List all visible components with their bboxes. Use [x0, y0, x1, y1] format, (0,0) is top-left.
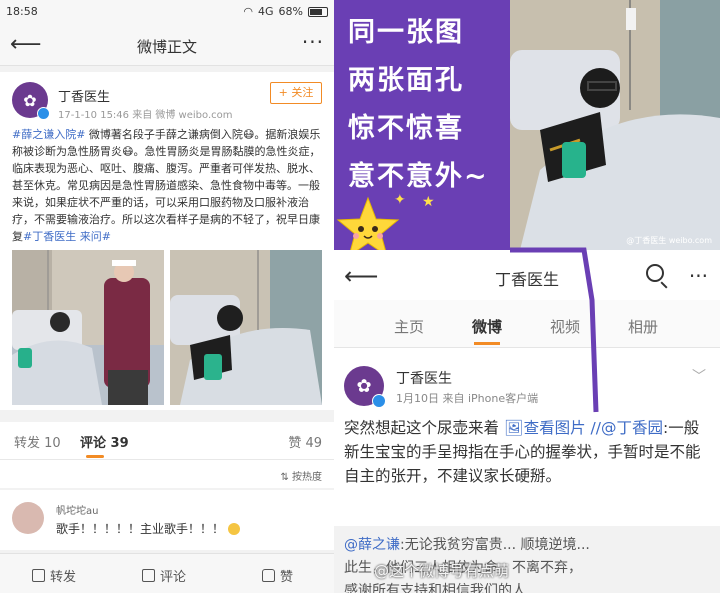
quoted-line-1: :无论我贫穷富贵... 顺境逆境...	[400, 537, 590, 553]
comment-item: 帆坨坨au 歌手！！！！！主业歌手！！！	[0, 490, 334, 550]
bottom-action-bar: 转发 评论 赞	[0, 553, 334, 593]
tab-active-indicator	[474, 342, 500, 345]
post-photo-2[interactable]	[170, 250, 322, 405]
post-username[interactable]: 丁香医生	[58, 86, 110, 105]
more-icon[interactable]: ···	[689, 264, 708, 288]
top-nav: ⟵ 微博正文 ···	[0, 24, 334, 66]
caption-line-4: 意不意外~	[348, 161, 489, 192]
avatar[interactable]: ✿	[344, 366, 386, 408]
post-text: #薛之谦入院# 微博著名段子手薛之谦病倒入院😷。据新浪娱乐称被诊断为急性肠胃炎😷…	[12, 126, 324, 245]
status-time: 18:58	[6, 5, 38, 18]
caption-line-1: 同一张图	[348, 17, 464, 48]
weibo-post: ✿ 丁香医生 17-1-10 15:46 来自 微博 weibo.com + 关…	[0, 72, 334, 410]
tab-video[interactable]: 视频	[550, 316, 580, 337]
repost-button[interactable]: 转发	[32, 566, 76, 585]
clove-logo-icon: ✿	[23, 90, 37, 110]
like-label: 赞	[280, 570, 294, 585]
zoomed-photo[interactable]: @丁香医生 weibo.com	[510, 0, 720, 250]
post-tabs: 转发 10 评论 39 赞 49	[0, 422, 334, 460]
tab-home[interactable]: 主页	[394, 316, 424, 337]
comment-text: 歌手！！！！！主业歌手！！！	[56, 520, 240, 537]
page-title: 微博正文	[136, 38, 197, 56]
quoted-line-3: 感谢所有支持和相信我们的人	[344, 583, 526, 593]
hospital-photo-1	[12, 250, 164, 405]
repost-icon	[32, 569, 45, 582]
commenter-name[interactable]: 帆坨坨au	[56, 502, 98, 517]
verified-badge-icon	[37, 107, 50, 120]
hospital-photo-zoom	[510, 0, 720, 250]
caption-line-3: 惊不惊喜	[348, 113, 464, 144]
post-text: 突然想起这个尿壶来着 🖼查看图片 //@丁香园:一般新生宝宝的手呈拇指在手心的握…	[344, 416, 710, 488]
view-image-link[interactable]: 🖼查看图片	[504, 419, 586, 437]
status-bar: 18:58 ◠ 4G 68%	[0, 0, 334, 24]
weibo-watermark: @这个微博号有点萌	[374, 562, 510, 580]
post-meta: 1月10日 来自 iPhone客户端	[396, 392, 539, 405]
tab-active-indicator	[86, 455, 104, 458]
profile-tabs: 主页 微博 视频 相册	[334, 300, 720, 348]
network-label: 4G	[258, 5, 274, 18]
repost-label: 转发	[50, 570, 77, 585]
profile-nav: ⟵ 丁香医生 ···	[334, 250, 720, 300]
post-meta: 17-1-10 15:46 来自 微博 weibo.com	[58, 110, 233, 121]
photo-watermark: @丁香医生 weibo.com	[626, 236, 712, 245]
verified-badge-icon	[372, 394, 386, 408]
profile-post: ✿ 丁香医生 1月10日 来自 iPhone客户端 ﹀ 突然想起这个尿壶来着 🖼…	[334, 350, 720, 593]
mention-link[interactable]: //@丁香园	[586, 419, 663, 437]
hashtag-link-2[interactable]: #丁香医生 来问#	[23, 230, 111, 243]
right-screenshot: 同一张图 两张面孔 惊不惊喜 意不意外~ ✦ ★ @丁香医生 weibo.com…	[334, 0, 720, 593]
more-icon[interactable]: ···	[302, 30, 324, 54]
post-photo-1[interactable]	[12, 250, 164, 405]
search-icon[interactable]	[646, 264, 664, 282]
battery-percent: 68%	[278, 5, 303, 18]
post-username[interactable]: 丁香医生	[396, 368, 452, 388]
sparkle-icon-2: ★	[422, 194, 435, 210]
comment-icon	[142, 569, 155, 582]
smile-emoji-icon	[227, 523, 240, 535]
comment-label: 评论	[160, 570, 187, 585]
tab-repost[interactable]: 转发 10	[14, 432, 61, 451]
commenter-avatar[interactable]	[12, 502, 44, 534]
caption-line-2: 两张面孔	[348, 65, 464, 96]
comment-body: 歌手！！！！！主业歌手！！！	[56, 522, 225, 536]
hospital-photo-2	[170, 250, 322, 405]
comment-button[interactable]: 评论	[142, 566, 186, 585]
tab-comment[interactable]: 评论 39	[80, 432, 129, 451]
chevron-down-icon[interactable]: ﹀	[692, 366, 706, 386]
battery-icon	[308, 6, 328, 17]
sort-row: ⇅ 按热度	[0, 460, 334, 488]
like-button[interactable]: 赞	[262, 566, 293, 585]
tab-like[interactable]: 赞 49	[288, 432, 322, 451]
sort-label: 按热度	[292, 472, 322, 483]
left-screenshot: 18:58 ◠ 4G 68% ⟵ 微博正文 ··· ✿ 丁香医生 17-1-10…	[0, 0, 334, 593]
hashtag-link[interactable]: #薛之谦入院#	[12, 128, 85, 141]
clove-logo-icon: ✿	[356, 375, 372, 397]
wifi-icon: ◠	[243, 5, 254, 18]
sort-toggle[interactable]: ⇅ 按热度	[280, 468, 322, 483]
post-text-start: 突然想起这个尿壶来着	[344, 419, 504, 437]
post-body: 微博著名段子手薛之谦病倒入院😷。据新浪娱乐称被诊断为急性肠胃炎😷。急性胃肠炎是胃…	[12, 128, 321, 243]
caption-panel: 同一张图 两张面孔 惊不惊喜 意不意外~ ✦ ★	[334, 0, 510, 258]
avatar[interactable]: ✿	[12, 82, 50, 120]
tab-weibo[interactable]: 微博	[472, 316, 502, 337]
quoted-mention-link[interactable]: @薛之谦	[344, 537, 400, 553]
thumbs-up-icon	[262, 569, 275, 582]
tab-album[interactable]: 相册	[628, 316, 658, 337]
follow-button[interactable]: + 关注	[270, 82, 322, 104]
